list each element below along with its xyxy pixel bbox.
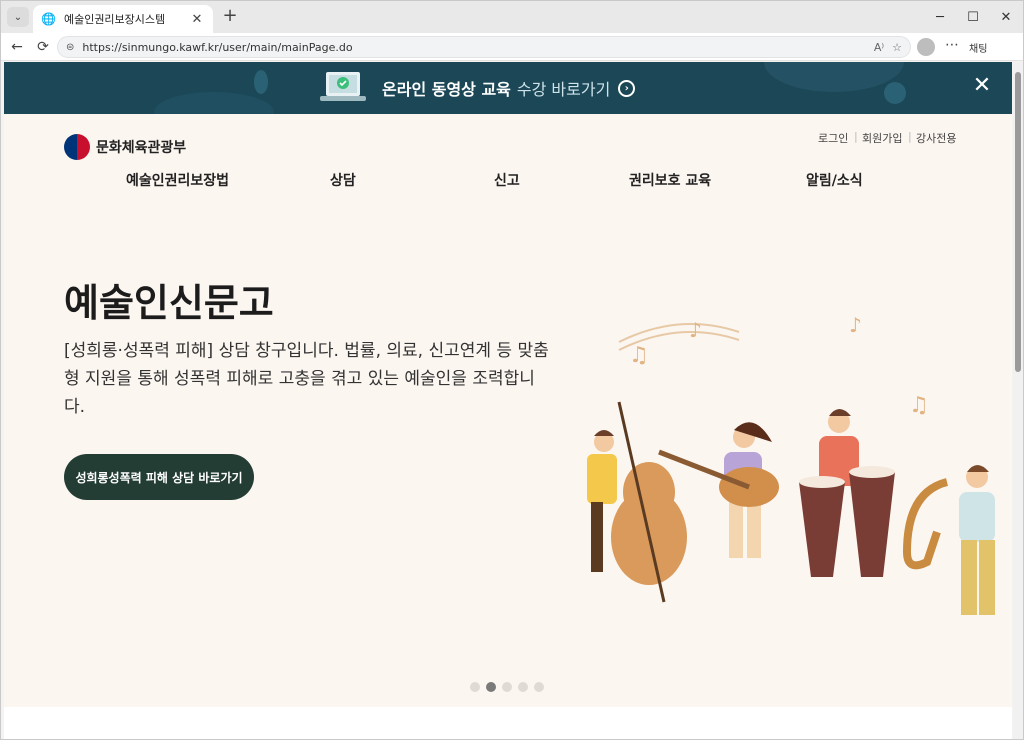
nav-counsel[interactable]: 상담 <box>330 170 356 190</box>
top-banner[interactable]: 온라인 동영상 교육 수강 바로가기 › ✕ <box>4 62 1012 114</box>
copilot-button[interactable]: 채팅 <box>969 36 1019 58</box>
taegeuk-icon <box>64 134 90 160</box>
maximize-button[interactable]: ☐ <box>956 1 990 33</box>
login-link[interactable]: 로그인 <box>818 130 848 146</box>
vertical-scrollbar[interactable] <box>1013 62 1023 739</box>
carousel-dot-active[interactable] <box>486 682 496 692</box>
profile-avatar[interactable] <box>917 38 935 56</box>
ministry-logo[interactable]: 문화체육관광부 <box>64 134 186 160</box>
hero-title: 예술인신문고 <box>64 281 274 325</box>
browser-window: ⌄ 🌐 예술인권리보장시스템 ✕ + ─ ☐ ✕ ← ⟳ ⊜ https://s… <box>0 0 1024 740</box>
refresh-button[interactable]: ⟳ <box>33 37 53 57</box>
back-button[interactable]: ← <box>7 37 27 57</box>
more-menu-icon[interactable]: ⋯ <box>945 37 959 53</box>
musicians-illustration: ♫ ♪ ♪ ♫ <box>587 313 995 615</box>
tab-title: 예술인권리보장시스템 <box>63 13 166 26</box>
instructor-link[interactable]: 강사전용 <box>916 130 956 146</box>
carousel-dot[interactable] <box>534 682 544 692</box>
nav-report[interactable]: 신고 <box>494 170 520 190</box>
counsel-cta-button[interactable]: 성희롱성폭력 피해 상담 바로가기 <box>64 454 254 500</box>
chevron-down-icon: ⌄ <box>13 11 23 23</box>
svg-text:♪: ♪ <box>849 313 862 337</box>
new-tab-button[interactable]: + <box>219 6 241 28</box>
banner-light: 수강 바로가기 <box>516 80 611 99</box>
laptop-check-icon <box>320 72 366 101</box>
hero-description: [성희롱·성폭력 피해] 상담 창구입니다. 법률, 의료, 신고연계 등 맞춤… <box>64 341 549 417</box>
address-bar[interactable]: ⊜ https://sinmungo.kawf.kr/user/main/mai… <box>57 36 911 58</box>
site-info-icon[interactable]: ⊜ <box>66 42 74 53</box>
carousel-dot[interactable] <box>518 682 528 692</box>
carousel-dot[interactable] <box>470 682 480 692</box>
scroll-thumb[interactable] <box>1015 72 1021 372</box>
arrow-circle-icon: › <box>618 79 636 97</box>
content-section <box>4 707 1012 739</box>
nav-notice[interactable]: 알림/소식 <box>806 170 863 190</box>
close-tab-icon[interactable]: ✕ <box>189 12 205 27</box>
svg-text:♫: ♫ <box>629 343 649 368</box>
banner-strong: 온라인 동영상 교육 <box>382 80 511 99</box>
svg-text:♪: ♪ <box>689 318 702 342</box>
copilot-label: 채팅 <box>969 43 988 55</box>
web-page: 온라인 동영상 교육 수강 바로가기 › ✕ 문화체육관광부 로그인 | 회원가… <box>4 62 1012 739</box>
close-banner-icon[interactable]: ✕ <box>970 74 994 98</box>
carousel-dot[interactable] <box>502 682 512 692</box>
divider: | <box>854 130 858 143</box>
close-window-button[interactable]: ✕ <box>989 1 1023 33</box>
address-bar-row: ← ⟳ ⊜ https://sinmungo.kawf.kr/user/main… <box>1 33 1023 61</box>
tab-actions-button[interactable]: ⌄ <box>7 7 29 27</box>
nav-education[interactable]: 권리보호 교육 <box>629 170 711 190</box>
carousel-indicators <box>470 682 544 692</box>
tab-strip: ⌄ 🌐 예술인권리보장시스템 ✕ + ─ ☐ ✕ <box>1 1 1023 33</box>
active-tab[interactable]: 🌐 예술인권리보장시스템 ✕ <box>33 5 213 33</box>
read-aloud-icon[interactable]: A⁾ <box>874 41 884 54</box>
banner-text[interactable]: 온라인 동영상 교육 수강 바로가기 › <box>382 62 636 114</box>
url-text: https://sinmungo.kawf.kr/user/main/mainP… <box>82 40 353 54</box>
nav-law[interactable]: 예술인권리보장법 <box>126 170 229 190</box>
signup-link[interactable]: 회원가입 <box>862 130 902 146</box>
divider: | <box>908 130 912 143</box>
svg-text:♫: ♫ <box>909 393 929 418</box>
minimize-button[interactable]: ─ <box>923 1 957 33</box>
logo-text: 문화체육관광부 <box>96 140 187 156</box>
favorite-star-icon[interactable]: ☆ <box>892 41 902 54</box>
globe-icon: 🌐 <box>41 12 56 26</box>
